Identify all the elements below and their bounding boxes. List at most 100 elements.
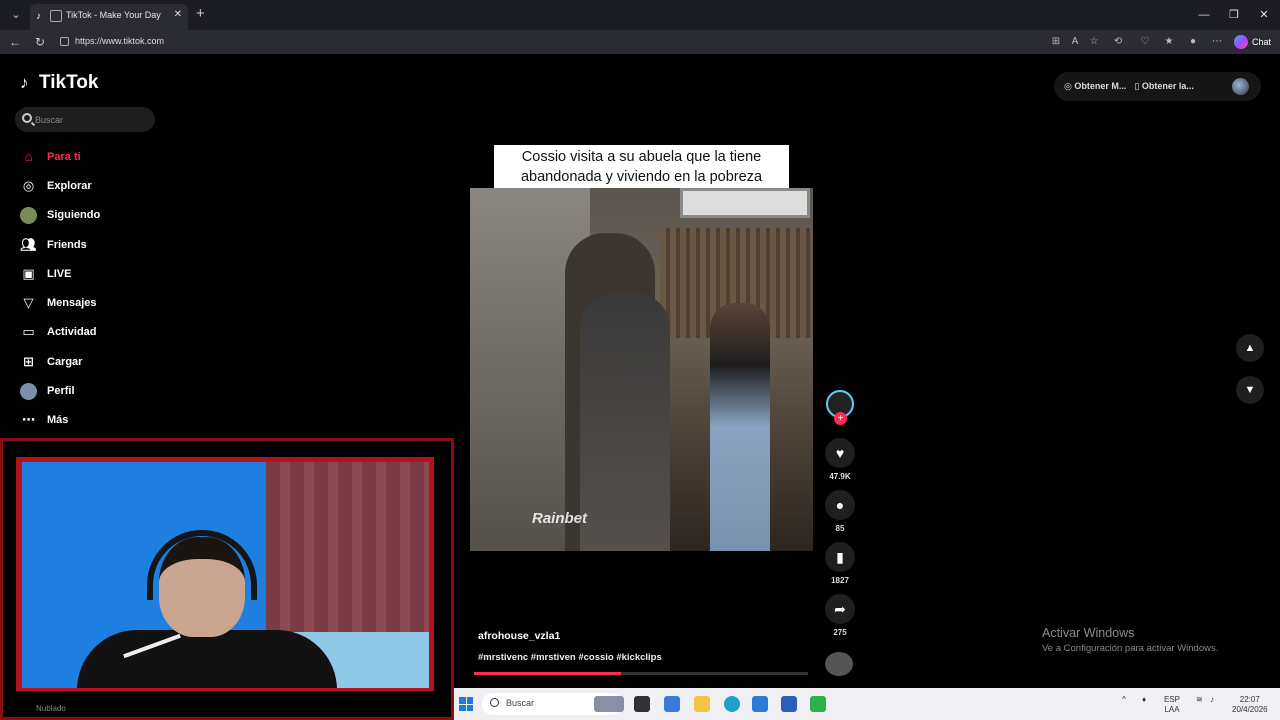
- tiktok-favicon-icon: ♪: [36, 11, 41, 22]
- outlook-icon[interactable]: [752, 696, 768, 712]
- caption-line-2: abandonada y viviendo en la pobreza: [520, 169, 763, 185]
- clock-time: 22:07: [1239, 695, 1260, 704]
- save-action: ▮ 1827: [822, 542, 858, 585]
- video-caption-overlay: Cossio visita a su abuela que la tiene a…: [494, 145, 789, 189]
- tray-overflow-icon[interactable]: ^: [1122, 695, 1126, 705]
- chevron-up-icon: ▲: [1244, 342, 1256, 354]
- heart-icon[interactable]: ♥: [825, 438, 855, 468]
- microphone-icon[interactable]: ♦: [1142, 695, 1146, 705]
- video-watermark: Rainbet: [532, 510, 588, 527]
- sidebar-item-label: Cargar: [47, 355, 83, 368]
- caption-line-1: Cossio visita a su abuela que la tiene: [521, 149, 762, 165]
- weather-text: Nublado: [36, 704, 66, 713]
- favorites-icon[interactable]: ★: [1162, 35, 1176, 49]
- sidebar-item-explorar[interactable]: ◎ Explorar: [20, 171, 100, 200]
- user-avatar[interactable]: [1232, 78, 1249, 95]
- chevron-down-icon: ▼: [1244, 384, 1256, 396]
- tab-actions-icon[interactable]: ⌄: [6, 6, 26, 24]
- tab-title: TikTok - Make Your Day: [66, 10, 161, 20]
- following-avatar-icon: [20, 206, 37, 224]
- sidebar-item-actividad[interactable]: ▭ Actividad: [20, 318, 100, 347]
- music-disc-icon[interactable]: [825, 652, 853, 676]
- volume-icon[interactable]: ♪: [1210, 695, 1214, 705]
- kick-app-icon[interactable]: [810, 696, 826, 712]
- wifi-icon[interactable]: ≋: [1196, 695, 1203, 705]
- url-field[interactable]: https://www.tiktok.com: [75, 36, 164, 46]
- messages-icon: ▽: [23, 295, 34, 311]
- task-view-icon[interactable]: [634, 696, 650, 712]
- share-action: ➦ 275: [822, 594, 858, 637]
- bookmark-icon[interactable]: ▮: [825, 542, 855, 572]
- app-available-icon[interactable]: ⊞: [1049, 35, 1063, 49]
- video-scene-woman: [710, 303, 770, 551]
- copilot-app-icon[interactable]: [664, 696, 680, 712]
- follow-plus-icon[interactable]: +: [834, 412, 847, 425]
- browser-tab[interactable]: ♪ TikTok - Make Your Day ✕: [30, 4, 188, 30]
- tiktok-note-icon: ♪: [20, 73, 29, 92]
- save-count: 1827: [831, 576, 849, 585]
- webcam-person-body: [77, 630, 337, 688]
- get-coins-button[interactable]: ◎ Obtener M...: [1064, 81, 1126, 92]
- restore-icon[interactable]: ❐: [1224, 6, 1244, 24]
- sidebar-item-cargar[interactable]: ⊞ Cargar: [20, 347, 100, 376]
- video-hashtags[interactable]: #mrstivenc #mrstiven #cossio #kickclips: [478, 652, 662, 663]
- activate-subtitle: Ve a Configuración para activar Windows.: [1042, 643, 1219, 654]
- new-tab-icon[interactable]: +: [196, 5, 205, 22]
- extensions-icon[interactable]: ⟲: [1111, 35, 1125, 49]
- search-icon: [22, 113, 32, 123]
- close-window-icon[interactable]: ✕: [1254, 6, 1274, 24]
- sidebar-item-live[interactable]: ▣ LIVE: [20, 259, 100, 288]
- share-icon[interactable]: ➦: [825, 594, 855, 624]
- sidebar-item-label: LIVE: [47, 267, 72, 280]
- sidebar-item-friends[interactable]: 👥︎ Friends: [20, 230, 100, 259]
- copilot-chat-button[interactable]: Chat: [1234, 34, 1271, 50]
- video-player[interactable]: Rainbet: [470, 188, 813, 551]
- translate-icon[interactable]: A: [1068, 35, 1082, 49]
- comment-count: 85: [835, 524, 845, 533]
- refresh-icon[interactable]: ↻: [32, 34, 48, 50]
- sidebar-item-siguiendo[interactable]: Siguiendo: [20, 201, 100, 230]
- sidebar-item-mensajes[interactable]: ▽ Mensajes: [20, 288, 100, 317]
- site-info-icon[interactable]: [60, 37, 69, 46]
- previous-video-button[interactable]: ▲: [1236, 334, 1264, 362]
- more-menu-icon[interactable]: ⋯: [1210, 35, 1224, 49]
- tab-audio-icon: [50, 10, 62, 22]
- webcam-feed: [22, 462, 429, 688]
- back-icon[interactable]: ←: [7, 34, 23, 50]
- sidebar-item-mas[interactable]: ⋯ Más: [20, 406, 100, 435]
- taskbar-search-label: Buscar: [506, 698, 535, 708]
- video-scene-window: [680, 188, 810, 218]
- search-input[interactable]: [35, 111, 147, 128]
- get-app-button[interactable]: ▯ Obtener la...: [1134, 81, 1193, 92]
- windows-activation-watermark: Activar Windows Ve a Configuración para …: [1042, 626, 1218, 654]
- sidebar-item-para-ti[interactable]: ⌂ Para ti: [20, 142, 100, 171]
- top-right-actions: ◎ Obtener M... ▯ Obtener la...: [1054, 72, 1261, 101]
- live-icon: ▣: [22, 265, 35, 281]
- close-tab-icon[interactable]: ✕: [174, 9, 182, 20]
- minimize-icon[interactable]: —: [1194, 6, 1214, 24]
- file-explorer-icon[interactable]: [694, 696, 710, 712]
- lang-top: ESP: [1164, 695, 1181, 704]
- language-indicator[interactable]: ESP LAA: [1164, 695, 1180, 715]
- sidebar-item-label: Perfil: [47, 385, 75, 398]
- browser-essentials-icon[interactable]: ♡: [1138, 35, 1152, 49]
- comment-icon[interactable]: ●: [825, 490, 855, 520]
- edge-browser-icon[interactable]: [724, 696, 740, 712]
- video-author[interactable]: afrohouse_vzla1: [478, 630, 560, 642]
- sidebar-nav: ⌂ Para ti ◎ Explorar Siguiendo 👥︎ Friend…: [20, 142, 100, 435]
- video-progress-bar[interactable]: [474, 672, 808, 675]
- compass-icon: ◎: [22, 177, 35, 193]
- tiktok-logo[interactable]: ♪ TikTok: [20, 72, 98, 94]
- next-video-button[interactable]: ▼: [1236, 376, 1264, 404]
- profile-icon[interactable]: ●: [1186, 35, 1200, 49]
- sidebar-item-perfil[interactable]: Perfil: [20, 376, 100, 405]
- copilot-icon: [1234, 35, 1248, 49]
- sidebar-item-label: Más: [47, 414, 69, 427]
- search-box[interactable]: [15, 107, 155, 132]
- store-icon[interactable]: [781, 696, 797, 712]
- clock[interactable]: 22:07 20/4/2026: [1232, 695, 1268, 715]
- windows-start-icon[interactable]: [459, 697, 473, 711]
- sidebar-item-label: Explorar: [47, 179, 92, 192]
- search-highlight-icon[interactable]: [594, 696, 624, 712]
- favorite-star-icon[interactable]: ☆: [1087, 35, 1101, 49]
